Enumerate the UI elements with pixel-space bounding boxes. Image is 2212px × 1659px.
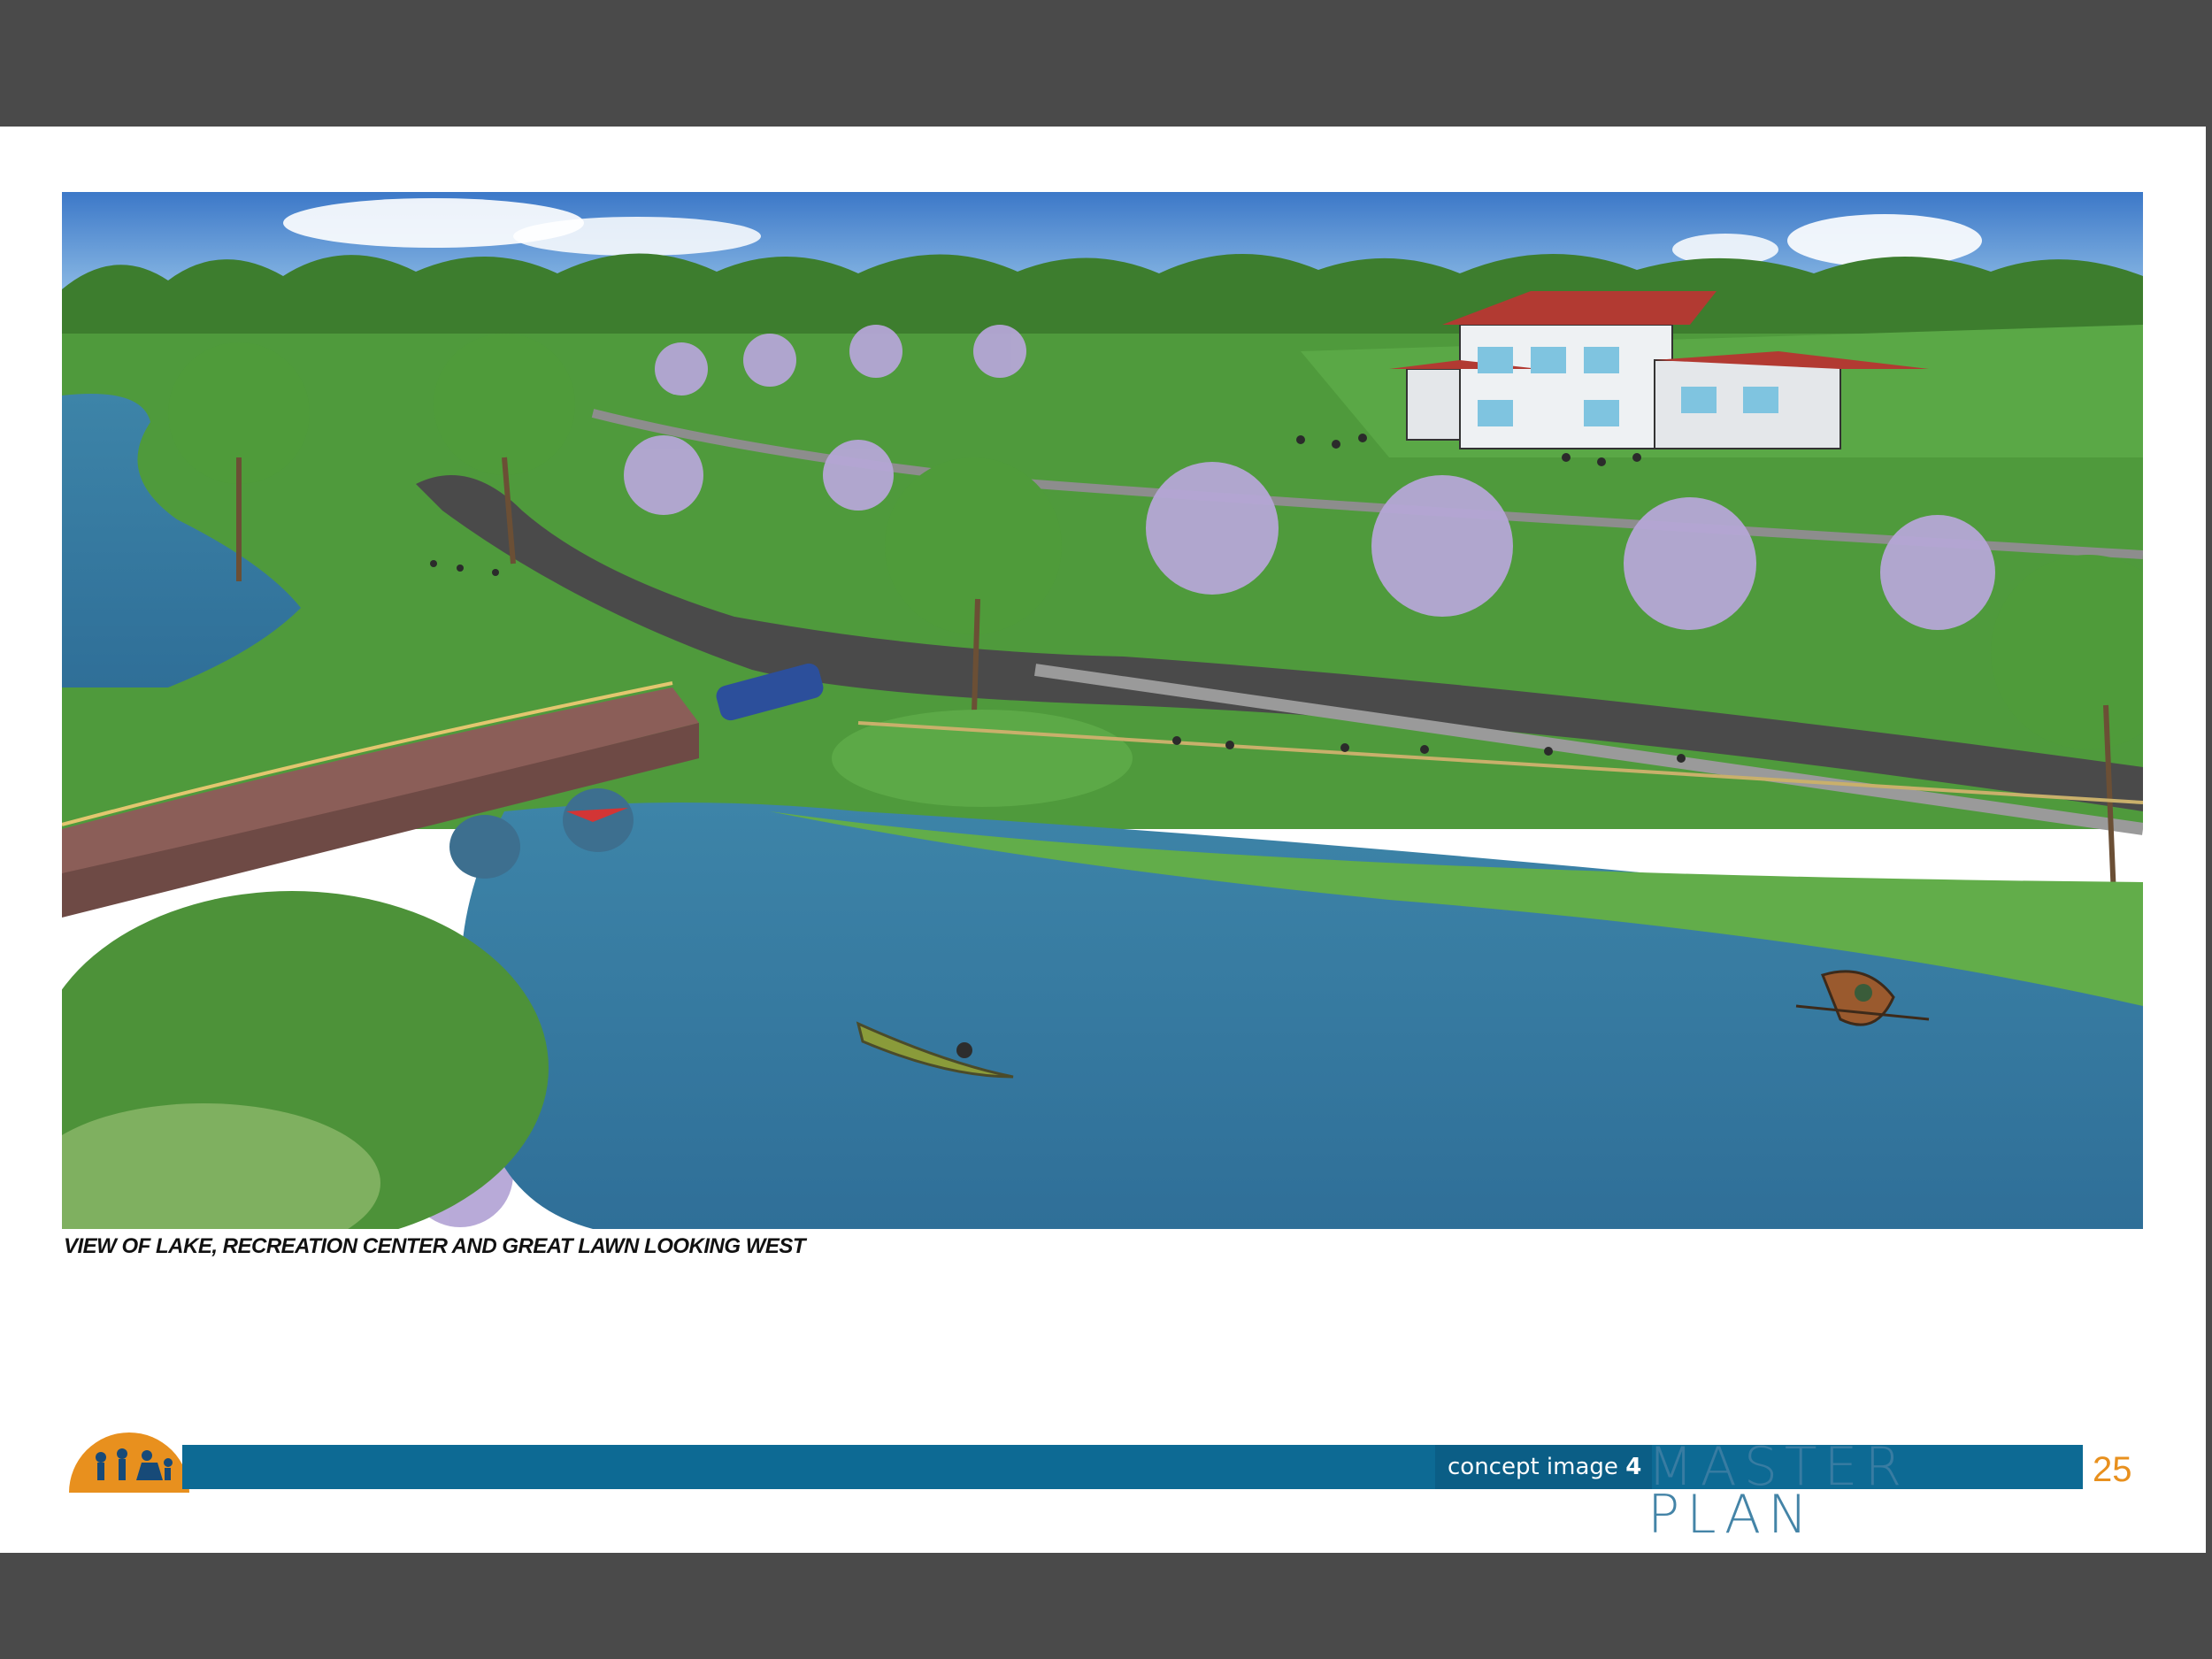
concept-image-label: concept image 4 [1435, 1445, 1653, 1489]
master-plan-title: MASTER PLAN [1647, 1436, 1909, 1546]
concept-rendering-image [62, 192, 2143, 1229]
concept-image-prefix: concept image [1448, 1454, 1618, 1480]
footer-band: concept image 4 MASTER PLAN [182, 1436, 2083, 1546]
lake-park-illustration [62, 192, 2143, 1229]
park-people-logo-icon [69, 1432, 189, 1493]
document-page: VIEW OF LAKE, RECREATION CENTER AND GREA… [0, 127, 2206, 1553]
page-number: 25 [2093, 1450, 2132, 1489]
image-caption: VIEW OF LAKE, RECREATION CENTER AND GREA… [64, 1234, 806, 1258]
concept-image-number: 4 [1625, 1454, 1642, 1480]
